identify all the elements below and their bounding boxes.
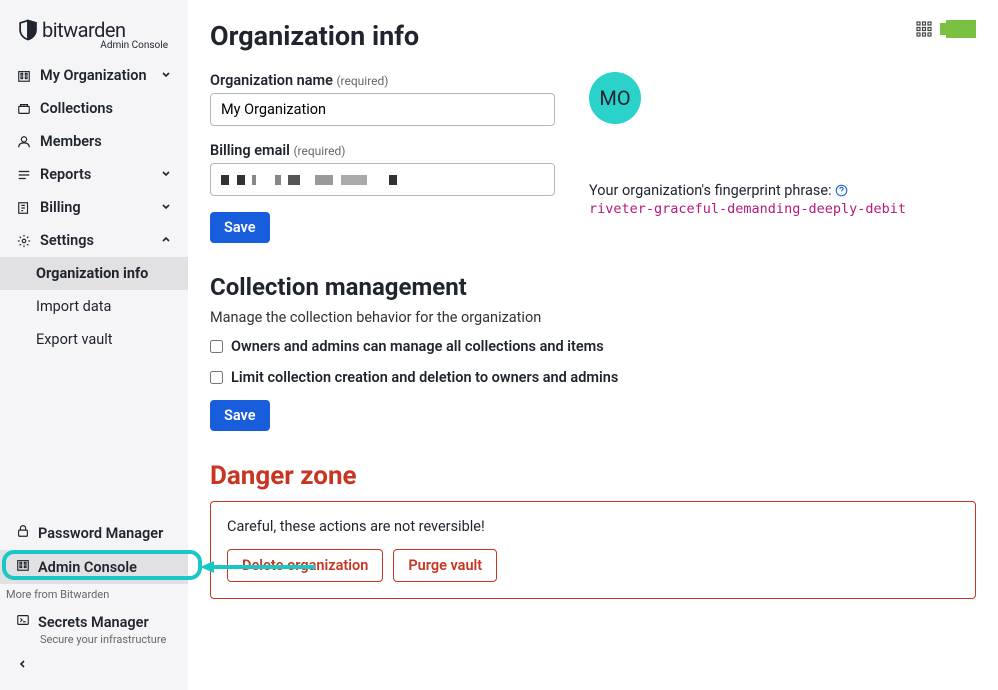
owners-manage-label[interactable]: Owners and admins can manage all collect… xyxy=(231,338,604,355)
switcher-admin-console[interactable]: Admin Console xyxy=(0,550,188,584)
save-collection-button[interactable]: Save xyxy=(210,400,270,431)
danger-zone-box: Careful, these actions are not reversibl… xyxy=(210,501,976,599)
required-indicator: (required) xyxy=(336,74,388,88)
org-name-label: Organization name xyxy=(210,72,333,89)
chevron-down-icon xyxy=(160,67,172,84)
sidebar-sub-organization-info[interactable]: Organization info xyxy=(0,257,188,290)
secrets-manager-subtitle: Secure your infrastructure xyxy=(0,633,188,646)
sidebar-item-label: Billing xyxy=(40,199,81,216)
sidebar-item-billing[interactable]: Billing xyxy=(0,191,188,224)
fingerprint-help-icon[interactable] xyxy=(835,182,848,199)
sidebar-item-label: Members xyxy=(40,133,102,150)
sidebar-item-organization[interactable]: My Organization xyxy=(0,59,188,92)
sidebar-item-members[interactable]: Members xyxy=(0,125,188,158)
product-switcher: Password Manager Admin Console More from… xyxy=(0,512,188,690)
delete-org-button[interactable]: Delete organization xyxy=(227,549,383,582)
chevron-down-icon xyxy=(160,199,172,216)
brand-logo[interactable]: bitwarden Admin Console xyxy=(0,0,188,59)
reports-icon xyxy=(16,168,32,182)
sidebar-sub-import-data[interactable]: Import data xyxy=(0,290,188,323)
apps-grid-icon[interactable] xyxy=(916,21,932,37)
main-content: Organization info Organization name (req… xyxy=(188,0,998,690)
sidebar-item-label: Reports xyxy=(40,166,91,183)
sidebar-item-label: Settings xyxy=(40,232,94,249)
org-name-input[interactable] xyxy=(210,93,555,126)
danger-zone-title: Danger zone xyxy=(210,461,976,491)
purge-vault-button[interactable]: Purge vault xyxy=(393,549,497,582)
collections-icon xyxy=(16,102,32,116)
nav: My Organization Collections Members xyxy=(0,59,188,512)
sidebar-item-label: Collections xyxy=(40,100,113,117)
chevron-up-icon xyxy=(160,232,172,249)
account-menu-button[interactable] xyxy=(946,20,976,38)
chevron-down-icon xyxy=(160,166,172,183)
sidebar: bitwarden Admin Console My Organization … xyxy=(0,0,188,690)
brand-name: bitwarden xyxy=(42,18,126,42)
danger-warning: Careful, these actions are not reversibl… xyxy=(227,518,959,535)
chevron-left-icon xyxy=(16,658,28,670)
owners-manage-checkbox[interactable] xyxy=(210,340,223,353)
limit-creation-checkbox[interactable] xyxy=(210,371,223,384)
fingerprint-value: riveter-graceful-demanding-deeply-debit xyxy=(589,201,976,217)
billing-email-input[interactable] xyxy=(210,163,555,196)
org-avatar[interactable]: MO xyxy=(589,72,641,124)
switcher-password-manager[interactable]: Password Manager xyxy=(0,516,188,550)
lock-icon xyxy=(16,524,30,542)
billing-icon xyxy=(16,201,32,215)
sidebar-item-settings[interactable]: Settings xyxy=(0,224,188,257)
billing-email-label: Billing email xyxy=(210,142,290,159)
sidebar-item-collections[interactable]: Collections xyxy=(0,92,188,125)
sidebar-item-reports[interactable]: Reports xyxy=(0,158,188,191)
top-bar xyxy=(916,20,976,38)
collection-mgmt-subtitle: Manage the collection behavior for the o… xyxy=(210,309,976,326)
shield-icon xyxy=(18,19,38,41)
save-org-button[interactable]: Save xyxy=(210,212,270,243)
terminal-icon xyxy=(16,613,30,631)
more-from-label: More from Bitwarden xyxy=(0,584,188,605)
office-icon xyxy=(16,69,32,83)
fingerprint-label: Your organization's fingerprint phrase: xyxy=(589,182,976,199)
limit-creation-label[interactable]: Limit collection creation and deletion t… xyxy=(231,369,618,386)
sidebar-item-label: My Organization xyxy=(40,67,147,84)
gear-icon xyxy=(16,234,32,248)
members-icon xyxy=(16,135,32,149)
required-indicator: (required) xyxy=(293,144,345,158)
sidebar-sub-export-vault[interactable]: Export vault xyxy=(0,323,188,356)
collapse-sidebar-button[interactable] xyxy=(0,652,188,680)
office-icon xyxy=(16,558,30,576)
page-title: Organization info xyxy=(210,20,976,52)
collection-mgmt-title: Collection management xyxy=(210,273,976,301)
